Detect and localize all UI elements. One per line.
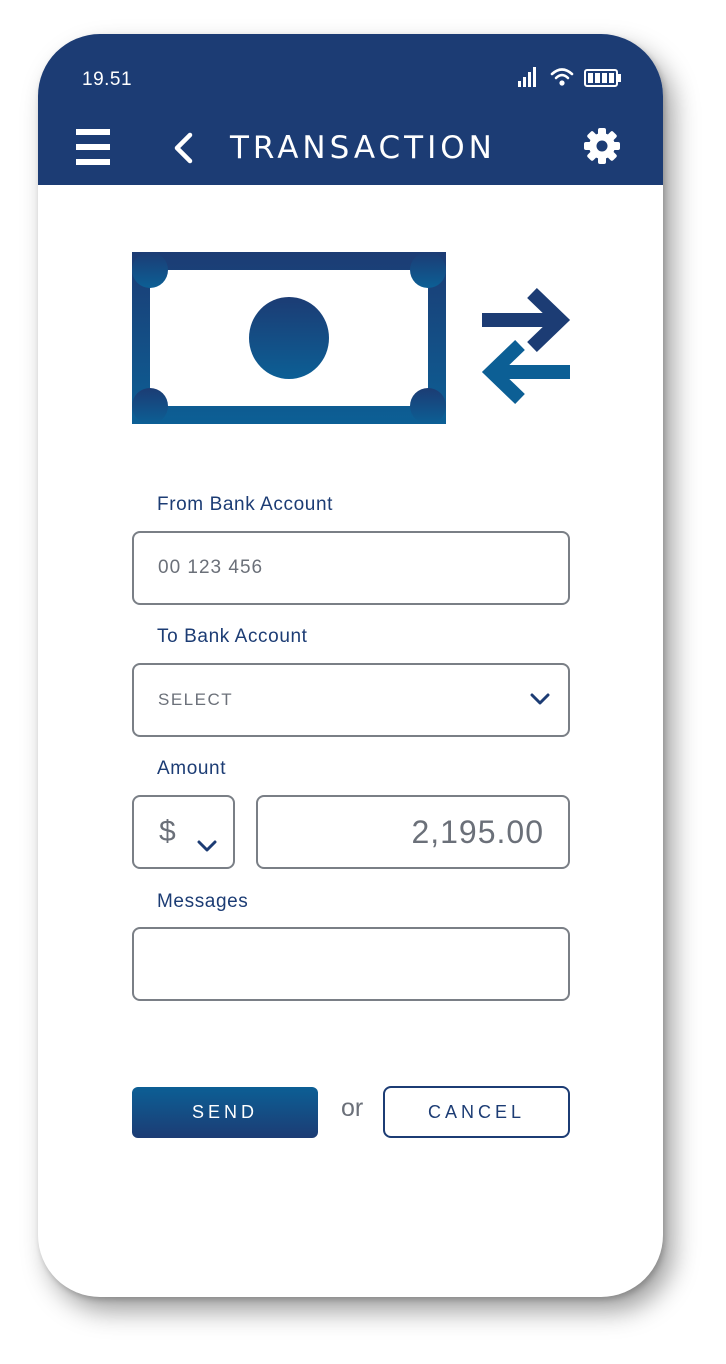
from-account-field[interactable]: 00 123 456	[132, 531, 570, 605]
transfer-illustration	[132, 252, 572, 424]
cancel-button[interactable]: CANCEL	[383, 1086, 570, 1138]
send-button-label: SEND	[191, 1102, 258, 1122]
top-app-bar: 19.51 TRANSACTION	[38, 34, 663, 185]
status-icons	[518, 67, 623, 89]
status-time: 19.51	[82, 69, 133, 90]
messages-input[interactable]	[132, 927, 570, 1001]
currency-select[interactable]: $	[132, 795, 235, 869]
chevron-down-icon	[530, 691, 550, 705]
menu-icon[interactable]	[76, 129, 110, 165]
to-account-label: To Bank Account	[157, 626, 308, 647]
amount-label: Amount	[157, 758, 227, 779]
messages-label: Messages	[157, 891, 249, 912]
wifi-icon	[550, 67, 574, 92]
to-account-select[interactable]: SELECT	[132, 663, 570, 737]
back-arrow-icon[interactable]	[170, 132, 196, 164]
amount-value: 2,195.00	[411, 813, 544, 850]
or-separator: or	[341, 1094, 364, 1122]
amount-input[interactable]: 2,195.00	[256, 795, 570, 869]
banknote-icon	[132, 252, 446, 424]
send-button[interactable]: SEND	[132, 1087, 318, 1138]
chevron-down-icon	[197, 827, 217, 852]
phone-frame: 19.51 TRANSACTION From Bank Account 00 1…	[38, 34, 663, 1297]
currency-value: $	[159, 815, 176, 848]
gear-icon[interactable]	[584, 128, 620, 164]
signal-icon	[518, 67, 536, 92]
from-account-label: From Bank Account	[157, 494, 333, 515]
from-account-value: 00 123 456	[158, 557, 264, 578]
cancel-button-label: CANCEL	[427, 1101, 526, 1122]
transfer-arrows-icon	[481, 287, 571, 405]
battery-icon	[584, 69, 622, 92]
to-account-value: SELECT	[158, 690, 234, 709]
page-title: TRANSACTION	[230, 130, 496, 166]
